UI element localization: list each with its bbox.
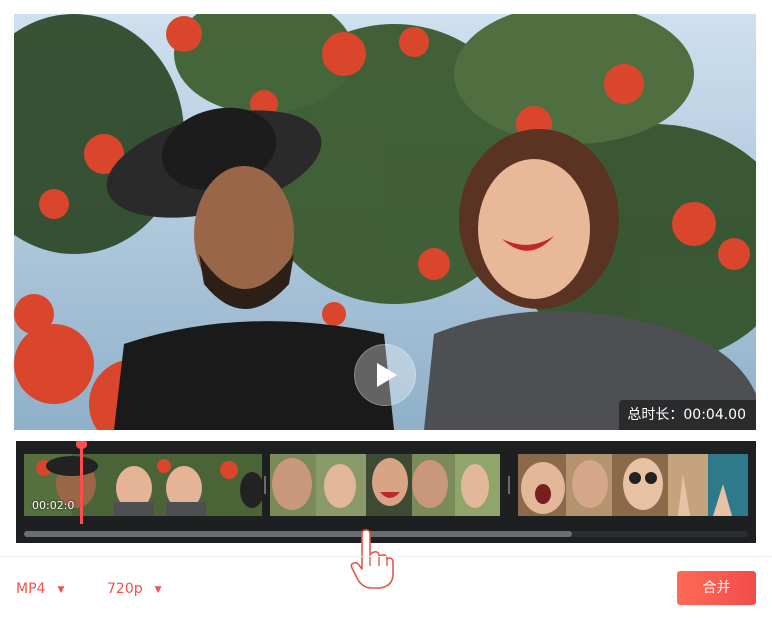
merge-button[interactable]: 合并 (677, 571, 756, 605)
clip-thumbnails (270, 454, 500, 516)
duration-label: 总时长： (627, 407, 684, 423)
play-icon (377, 363, 397, 387)
timeline-clip[interactable] (518, 454, 748, 516)
resolution-value: 720p (107, 581, 143, 597)
hand-pointer-icon (350, 529, 394, 589)
caret-down-icon: ▼ (57, 585, 65, 595)
clip-current-time: 00:02:0 (32, 499, 75, 512)
timeline-scrollbar-thumb[interactable] (24, 531, 572, 537)
clip-separator (508, 476, 510, 494)
resolution-select[interactable]: 720p ▼ (107, 578, 162, 600)
duration-value: 00:04.00 (683, 407, 746, 423)
clip-separator (264, 476, 266, 494)
caret-down-icon: ▼ (154, 585, 162, 595)
divider (0, 556, 772, 557)
clip-thumbnails (518, 454, 748, 516)
video-preview[interactable]: 总时长：00:04.00 (14, 14, 756, 430)
format-value: MP4 (16, 581, 46, 597)
play-button[interactable] (354, 344, 416, 406)
timeline-clip[interactable] (270, 454, 500, 516)
format-select[interactable]: MP4 ▼ (16, 578, 64, 600)
playhead[interactable] (80, 444, 83, 524)
total-duration: 总时长：00:04.00 (619, 400, 756, 430)
